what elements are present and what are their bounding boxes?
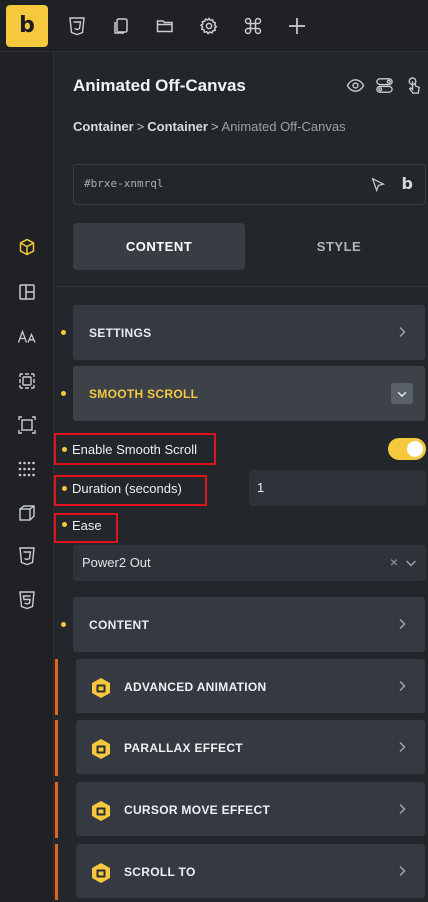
ease-label: Ease [72,518,102,533]
section-advanced-animation[interactable]: ADVANCED ANIMATION [55,659,428,715]
control-groups-sidebar [0,52,54,902]
command-icon[interactable] [240,13,266,39]
top-toolbar: b [0,0,428,52]
spacing-icon[interactable] [15,369,39,393]
toggles-icon[interactable] [373,74,395,96]
divider [55,286,428,287]
enable-smooth-scroll-toggle[interactable] [388,438,426,460]
has-settings-dot [61,330,66,335]
pointer-hand-icon[interactable] [402,74,424,96]
breadcrumb-separator: > [136,119,145,134]
collapse-button[interactable] [391,383,413,404]
gear-icon[interactable] [196,13,222,39]
section-label: CONTENT [89,618,150,632]
chevron-right-icon [399,803,406,815]
has-settings-dot [61,622,66,627]
layout-icon[interactable] [15,280,39,304]
bricks-b-icon[interactable]: b [402,174,413,193]
section-scroll-to[interactable]: SCROLL TO [55,844,428,900]
typography-icon[interactable] [15,325,39,349]
tab-style[interactable]: STYLE [253,223,425,270]
has-value-dot [62,486,67,491]
addon-section-header[interactable]: PARALLAX EFFECT [76,720,425,774]
toggle-knob [407,441,423,457]
grid-dots-icon[interactable] [15,457,39,481]
bricks-logo-button[interactable]: b [6,5,48,47]
chevron-down-icon [397,391,407,397]
html5-icon[interactable] [15,588,39,612]
enable-smooth-scroll-label: Enable Smooth Scroll [72,442,198,457]
section-settings[interactable]: SETTINGS [73,305,425,360]
pages-icon[interactable] [108,13,134,39]
duration-label: Duration (seconds) [72,481,182,496]
cursor-select-icon[interactable] [369,176,387,194]
breadcrumb-item[interactable]: Container [73,119,134,134]
addon-plugin-icon [92,678,110,698]
element-settings-panel: Animated Off-Canvas Container > Container >… [54,52,428,902]
section-label: ADVANCED ANIMATION [124,680,267,694]
section-label: PARALLAX EFFECT [124,741,243,755]
clear-icon[interactable]: × [390,554,398,570]
section-label: SCROLL TO [124,865,196,879]
chevron-right-icon [399,680,406,692]
section-label: SMOOTH SCROLL [89,387,199,401]
addon-indicator-bar [55,720,58,776]
css-id-value[interactable]: #brxe-xnmrql [84,177,163,190]
has-value-dot [62,522,67,527]
duration-value[interactable]: 1 [257,480,264,495]
has-value-dot [62,447,67,452]
chevron-right-icon [399,741,406,753]
ease-selected-value: Power2 Out [82,555,151,570]
breadcrumb-separator: > [210,119,219,134]
section-label: SETTINGS [89,326,152,340]
ease-select[interactable]: Power2 Out × [73,545,426,581]
addon-section-header[interactable]: CURSOR MOVE EFFECT [76,782,425,836]
addon-plugin-icon [92,801,110,821]
breadcrumb-item[interactable]: Container [147,119,208,134]
tab-content[interactable]: CONTENT [73,223,245,270]
duration-input[interactable]: 1 [249,470,426,506]
folder-icon[interactable] [152,13,178,39]
section-label: CURSOR MOVE EFFECT [124,803,271,817]
addon-plugin-icon [92,739,110,759]
section-content[interactable]: CONTENT [73,597,425,652]
chevron-right-icon [399,326,406,338]
section-smooth-scroll[interactable]: SMOOTH SCROLL [73,366,425,421]
chevron-right-icon [399,618,406,630]
section-parallax-effect[interactable]: PARALLAX EFFECT [55,720,428,776]
transform-icon[interactable] [15,501,39,525]
css3-icon[interactable] [15,544,39,568]
cube-icon[interactable] [15,235,39,259]
addon-indicator-bar [55,844,58,900]
chevron-down-icon[interactable] [404,556,418,570]
addon-section-header[interactable]: SCROLL TO [76,844,425,898]
plus-icon[interactable] [284,13,310,39]
addon-section-header[interactable]: ADVANCED ANIMATION [76,659,425,713]
section-cursor-move-effect[interactable]: CURSOR MOVE EFFECT [55,782,428,838]
css-id-field[interactable]: #brxe-xnmrql b [73,164,426,205]
border-icon[interactable] [15,413,39,437]
breadcrumb: Container > Container > Animated Off-Canvas [73,119,346,134]
breadcrumb-current: Animated Off-Canvas [221,119,346,134]
element-title: Animated Off-Canvas [73,76,246,95]
addon-indicator-bar [55,659,58,715]
css3-icon[interactable] [64,13,90,39]
eye-icon[interactable] [344,74,366,96]
chevron-right-icon [399,865,406,877]
addon-indicator-bar [55,782,58,838]
has-settings-dot [61,391,66,396]
addon-plugin-icon [92,863,110,883]
